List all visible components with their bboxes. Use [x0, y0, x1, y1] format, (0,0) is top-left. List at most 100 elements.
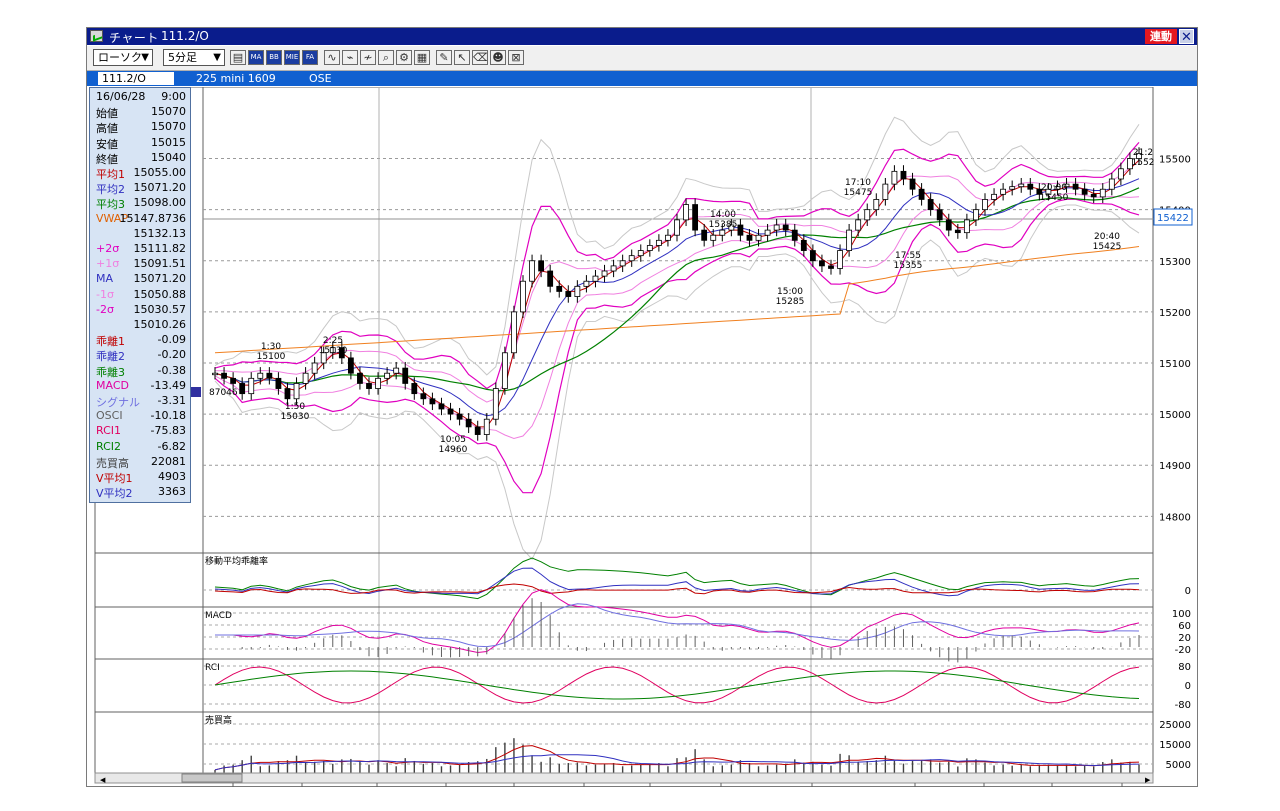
order-icon[interactable]: ▦ [414, 50, 430, 65]
zoom-icon[interactable]: ⌕ [378, 50, 394, 65]
exchange-name: OSE [309, 72, 332, 85]
candle-body [347, 357, 354, 374]
candle-body [1108, 178, 1115, 190]
candle-body [375, 377, 381, 389]
scroll-right-icon: ▶ [1145, 776, 1151, 784]
candle-body [973, 209, 979, 221]
data-row: 平均3 15098.00 [90, 196, 190, 211]
candle-body [918, 188, 925, 200]
indicator-icon[interactable]: ≁ [360, 50, 376, 65]
candle-body [655, 239, 662, 246]
y-tick-label: 15200 [1159, 308, 1191, 319]
candle-body [266, 372, 273, 379]
data-row: V平均1 4903 [90, 470, 190, 485]
line-chart-icon[interactable]: ∿ [324, 50, 340, 65]
annotation-time: 14:00 [710, 210, 736, 220]
candle-body [674, 219, 680, 236]
chart-type-dropdown[interactable]: ローソク ▼ [93, 49, 153, 66]
chart-canvas[interactable]: 1550015400153001520015100150001490014800… [87, 86, 1197, 807]
candle-body [982, 199, 988, 211]
data-row-label: 売買高 [96, 456, 129, 470]
chart-area[interactable]: 1550015400153001520015100150001490014800… [87, 86, 1197, 807]
window-title: チャート [109, 31, 159, 45]
search-icon[interactable]: ☻ [490, 50, 506, 65]
data-row: V平均2 3363 [90, 485, 190, 500]
data-row-label: 乖離3 [96, 365, 125, 379]
bollinger-2sigma-upper [214, 142, 1140, 390]
annotation-value: 15450 [1040, 193, 1069, 203]
candle-body [737, 224, 744, 236]
fa-icon[interactable]: FA [302, 50, 318, 65]
bar-compare-icon[interactable]: ⌁ [342, 50, 358, 65]
symbol-list-icon[interactable]: ▤ [230, 50, 246, 65]
data-row-value: 15147.8736 [119, 211, 186, 225]
candle-body [1000, 188, 1007, 195]
ma-icon[interactable]: MA [248, 50, 264, 65]
title-bar[interactable]: チャート 111.2/O 連動 ✕ [87, 28, 1197, 45]
bb-icon[interactable]: BB [266, 50, 282, 65]
chart-app-icon [90, 30, 103, 42]
candle-body [402, 367, 409, 384]
data-row: 終値 15040 [90, 151, 190, 166]
candle-body [646, 245, 653, 251]
instrument-name: 225 mini 1609 [196, 72, 276, 85]
close-icon[interactable]: ✕ [1179, 29, 1194, 45]
data-row-value: 15015 [151, 135, 186, 149]
candle-body [619, 260, 626, 267]
candle-body [945, 219, 952, 231]
candle-body [683, 204, 689, 221]
link-button[interactable]: 連動 [1145, 29, 1177, 44]
data-row-value: -3.31 [157, 394, 186, 407]
data-row-value: 3363 [158, 485, 186, 499]
symbol-info-bar: 111.2/O 225 mini 1609 OSE [87, 71, 1197, 86]
panel-tick-label: 0 [1185, 586, 1191, 597]
mie-icon[interactable]: MIE [284, 50, 300, 65]
y-tick-label: 15000 [1159, 410, 1191, 421]
data-row-value: 15070 [151, 105, 186, 119]
candle-body [692, 204, 699, 231]
annotation-time: 2:25 [323, 336, 343, 346]
candle-body [429, 398, 436, 405]
candle-body [963, 219, 970, 234]
candle-body [538, 260, 545, 272]
eraser-icon[interactable]: ⌫ [472, 50, 488, 65]
candle-body [637, 250, 644, 257]
data-row: -2σ 15030.57 [90, 303, 190, 318]
deviation-line-3 [214, 557, 1140, 600]
candle-body [574, 285, 581, 297]
data-row: シグナル -3.31 [90, 394, 190, 409]
note-icon[interactable]: ⊠ [508, 50, 524, 65]
interval-dropdown[interactable]: 5分足 ▼ [163, 49, 225, 66]
marker-label: 87046 [209, 388, 238, 398]
candle-body [357, 372, 363, 384]
horizontal-scrollbar [94, 772, 1154, 784]
data-row-label: シグナル [96, 396, 140, 409]
annotation-value: 15355 [894, 261, 923, 271]
data-row: RCI1 -75.83 [90, 424, 190, 439]
candle-body [628, 255, 635, 262]
pointer-icon[interactable]: ↖ [454, 50, 470, 65]
candle-body [311, 362, 318, 374]
toolbar: ローソク ▼ 5分足 ▼ ▤ MA BB MIE FA ∿ ⌁ ≁ ⌕ ⚙ ▦ ✎ ↖ ⌫ ☻ ⊠ [87, 46, 1197, 71]
settings-icon[interactable]: ⚙ [396, 50, 412, 65]
candle-body [438, 403, 445, 410]
candle-body [954, 229, 961, 234]
vwap-line [214, 246, 1140, 354]
candle-body [465, 418, 472, 428]
y-tick-label: 14900 [1159, 461, 1191, 472]
data-row-label: 高値 [96, 122, 118, 136]
data-row: -1σ 15050.88 [90, 288, 190, 303]
data-row-value: -13.49 [150, 378, 186, 392]
data-row: 平均2 15071.20 [90, 181, 190, 196]
annotation-value: 15130 [319, 346, 348, 356]
y-tick-label: 15300 [1159, 257, 1191, 268]
candle-body [366, 383, 372, 389]
data-row: MACD -13.49 [90, 379, 190, 394]
data-row: MA 15071.20 [90, 272, 190, 287]
panel-title: 移動平均乖離率 [205, 555, 268, 567]
panel-title: RCI [205, 663, 220, 673]
symbol-input[interactable]: 111.2/O [97, 71, 175, 86]
data-row-value: -0.38 [157, 363, 186, 377]
pen-icon[interactable]: ✎ [436, 50, 452, 65]
candle-body [456, 413, 463, 420]
